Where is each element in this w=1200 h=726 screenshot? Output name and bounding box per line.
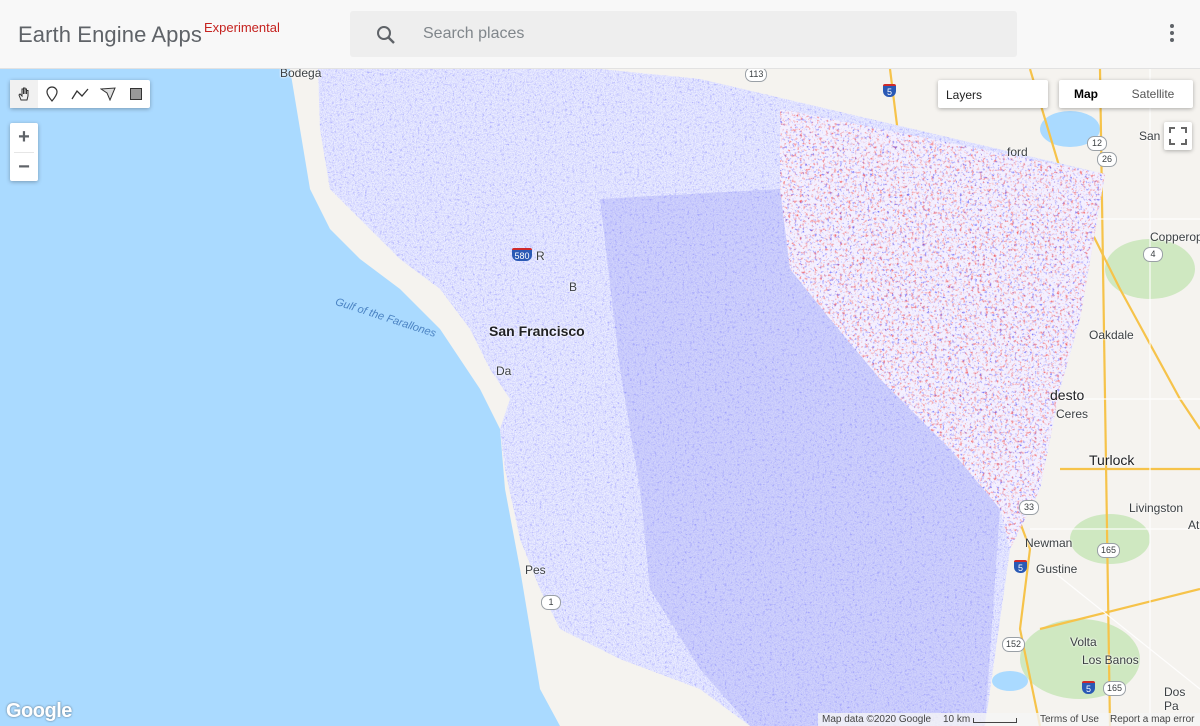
marker-icon[interactable] xyxy=(38,80,66,108)
label-newman: Newman xyxy=(1025,536,1073,550)
label-dos-palos: Dos Pa xyxy=(1164,685,1186,713)
label-turlock: Turlock xyxy=(1089,452,1135,468)
layers-label: Layers xyxy=(946,88,983,102)
interstate-5-south: 5 xyxy=(1014,560,1027,573)
label-san: San xyxy=(1139,129,1161,143)
map-data-attribution: Map data ©2020 Google xyxy=(822,714,932,725)
search-icon[interactable] xyxy=(376,25,396,50)
map-footer: Map data ©2020 Google 10 km Terms of Use… xyxy=(818,713,1200,726)
route-165: 165 xyxy=(1097,543,1121,558)
label-los-banos: Los Banos xyxy=(1082,653,1139,667)
app-header: Earth Engine Apps Experimental Search pl… xyxy=(0,0,1200,69)
polygon-icon[interactable] xyxy=(94,80,122,108)
google-logo: Google xyxy=(6,700,72,722)
zoom-out-button[interactable]: − xyxy=(10,153,38,182)
label-ford: ford xyxy=(1007,145,1028,159)
app-title: Earth Engine Apps xyxy=(18,22,202,47)
route-113: 113 xyxy=(745,69,768,82)
map-canvas[interactable]: Bodega Gulf of the Farallones San Franci… xyxy=(0,69,1200,726)
zoom-control: + − xyxy=(10,123,38,181)
map-graphic xyxy=(0,69,1200,726)
fullscreen-icon[interactable] xyxy=(1164,122,1192,150)
interstate-5-far-south: 5 xyxy=(1082,681,1095,694)
map-type-control: Map Satellite xyxy=(1059,80,1193,108)
label-volta: Volta xyxy=(1070,635,1097,649)
search-input[interactable]: Search places xyxy=(423,25,524,43)
route-12: 12 xyxy=(1087,136,1107,151)
route-1: 1 xyxy=(541,595,561,610)
scale-label[interactable]: 10 km xyxy=(943,714,970,725)
label-daly: Da xyxy=(496,364,512,378)
drawing-tools xyxy=(10,80,150,108)
scale-bar xyxy=(973,718,1017,723)
report-error-link[interactable]: Report a map error xyxy=(1110,714,1194,725)
more-vert-icon[interactable] xyxy=(1162,22,1182,48)
route-4: 4 xyxy=(1143,247,1163,262)
rectangle-icon[interactable] xyxy=(122,80,150,108)
label-copperop: Copperop xyxy=(1150,230,1200,244)
label-r: R xyxy=(536,249,545,263)
map-type-satellite-button[interactable]: Satellite xyxy=(1113,80,1193,108)
label-oakdale: Oakdale xyxy=(1089,328,1134,342)
label-pes: Pes xyxy=(525,563,546,577)
map-type-map-button[interactable]: Map xyxy=(1059,80,1113,108)
label-modesto: desto xyxy=(1050,387,1085,403)
experimental-badge: Experimental xyxy=(204,20,280,35)
route-26: 26 xyxy=(1097,152,1117,167)
label-atwater: At xyxy=(1188,518,1200,532)
route-165-south: 165 xyxy=(1103,681,1127,696)
interstate-5-north: 5 xyxy=(883,84,896,97)
zoom-in-button[interactable]: + xyxy=(10,123,38,152)
label-san-francisco: San Francisco xyxy=(489,323,585,339)
label-b: B xyxy=(569,280,578,294)
label-livingston: Livingston xyxy=(1129,501,1184,515)
hand-icon[interactable] xyxy=(10,80,38,108)
line-icon[interactable] xyxy=(66,80,94,108)
interstate-580: 580 xyxy=(512,248,532,261)
layers-panel[interactable]: Layers xyxy=(938,80,1048,108)
route-33: 33 xyxy=(1019,500,1039,515)
label-gustine: Gustine xyxy=(1036,562,1078,576)
label-bodega: Bodega xyxy=(280,69,322,80)
search-box[interactable]: Search places xyxy=(350,11,1017,57)
terms-link[interactable]: Terms of Use xyxy=(1040,714,1099,725)
label-ceres: Ceres xyxy=(1056,407,1089,421)
route-152: 152 xyxy=(1002,637,1026,652)
